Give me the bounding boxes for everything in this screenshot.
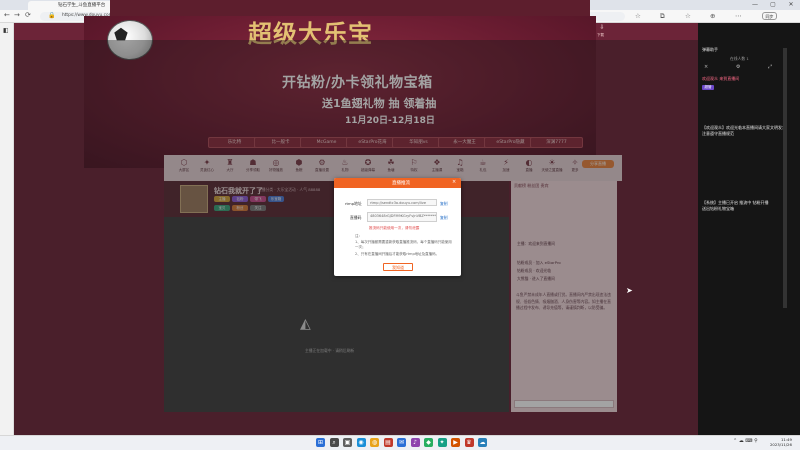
settings-icon[interactable]: ⚙ [736, 64, 740, 70]
dialog-note-header: 注： [355, 234, 362, 238]
taskbar-app-icon[interactable]: ✉ [397, 438, 406, 447]
sync-button[interactable]: 同步 [762, 12, 777, 20]
stream-code-field[interactable]: 4803648rGJDFM9KGryFvJnVBZ******** [367, 212, 437, 222]
side-panel-title: 弹幕助手 [702, 47, 718, 52]
reload-icon[interactable]: ⟳ [25, 11, 31, 19]
clock-date: 2023/11/26 [770, 442, 792, 447]
copy-code-button[interactable]: 复制 [440, 215, 448, 221]
mouse-cursor-icon: ➤ [626, 286, 633, 295]
sidebar-icon[interactable]: ◧ [3, 27, 9, 34]
close-icon[interactable]: ✕ [782, 0, 800, 10]
taskbar-app-icon[interactable]: ◍ [370, 438, 379, 447]
browser-sidebar [0, 23, 14, 435]
side-panel-count: 在线人数 1 [730, 56, 749, 61]
taskbar-app-icon[interactable]: ◉ [356, 438, 366, 447]
close-icon[interactable]: × [704, 64, 708, 70]
favorite-icon[interactable]: ☆ [635, 12, 641, 20]
forward-icon[interactable]: → [14, 11, 20, 19]
stream-code-label: 直播码 [350, 215, 362, 220]
taskbar-app-icon[interactable]: ⌕ [329, 438, 339, 447]
more-icon[interactable]: ⋯ [735, 12, 742, 20]
dialog-warning: 推流码只能使用一次，请勿泄露 [369, 226, 420, 230]
scrollbar[interactable] [783, 48, 787, 308]
taskbar-app-icon[interactable]: ✦ [437, 438, 447, 447]
header-下载-icon[interactable]: ⇩ [596, 24, 608, 31]
rtmp-field[interactable]: rtmp://sendtc3a.douyu.com/live [367, 199, 437, 206]
split-screen-icon[interactable]: ⧉ [660, 12, 665, 21]
taskbar-app-icon[interactable]: ⊞ [316, 438, 325, 447]
clock[interactable]: 11:49 2023/11/26 [770, 437, 792, 447]
close-icon[interactable]: × [452, 179, 456, 185]
taskbar-app-icon[interactable]: ♪ [410, 438, 420, 447]
taskbar-app-icon[interactable]: ♛ [464, 438, 474, 447]
dialog-note: 1、每次开播都需要重新获取直播推流码，每个直播码只能使用一次； [355, 240, 452, 249]
taskbar-app-icon[interactable]: ▶ [451, 438, 460, 447]
confirm-button[interactable]: 我知道 [383, 263, 413, 271]
taskbar-app-icon[interactable]: ☁ [478, 438, 487, 447]
back-icon[interactable]: ← [4, 11, 10, 19]
chat-message: 【系统】主播已开启 推流中 钻粉开播 送出钻粉礼物宝箱 [702, 200, 769, 211]
taskbar-app-icon[interactable]: ◆ [424, 438, 433, 447]
header-label: 下载 [597, 33, 604, 37]
expand-icon[interactable]: ⤢ [768, 64, 772, 70]
chat-message: 【欢迎观众】欢迎光临本直播间请大家文明发言 注意遵守直播规范 [702, 125, 786, 136]
rtmp-label: rtmp地址 [345, 201, 362, 206]
maximize-icon[interactable]: ▢ [764, 0, 782, 10]
copy-rtmp-button[interactable]: 复制 [440, 201, 448, 207]
minimize-icon[interactable]: — [746, 0, 764, 10]
dialog-note: 2、只有在直播间开播后才能获取rtmp地址及直播码。 [355, 252, 440, 256]
tab-title[interactable]: 钻石学生_斗鱼直播平台 [58, 2, 105, 8]
taskbar-app-icon[interactable]: ▤ [383, 438, 393, 447]
taskbar-app-icon[interactable]: ▣ [343, 438, 352, 447]
window-controls: — ▢ ✕ [746, 0, 800, 10]
dialog-title: 直播推流 [392, 181, 410, 186]
collections-icon[interactable]: ☆ [685, 12, 691, 20]
lock-icon: 🔒 [48, 12, 56, 19]
system-tray[interactable]: ⌃ ☁ ⌨ ⚲ [733, 438, 758, 444]
extensions-icon[interactable]: ⊕ [710, 12, 715, 20]
user-badge: 超管 [702, 85, 714, 90]
chat-message: 欢迎观众 来到直播间 [702, 76, 740, 81]
